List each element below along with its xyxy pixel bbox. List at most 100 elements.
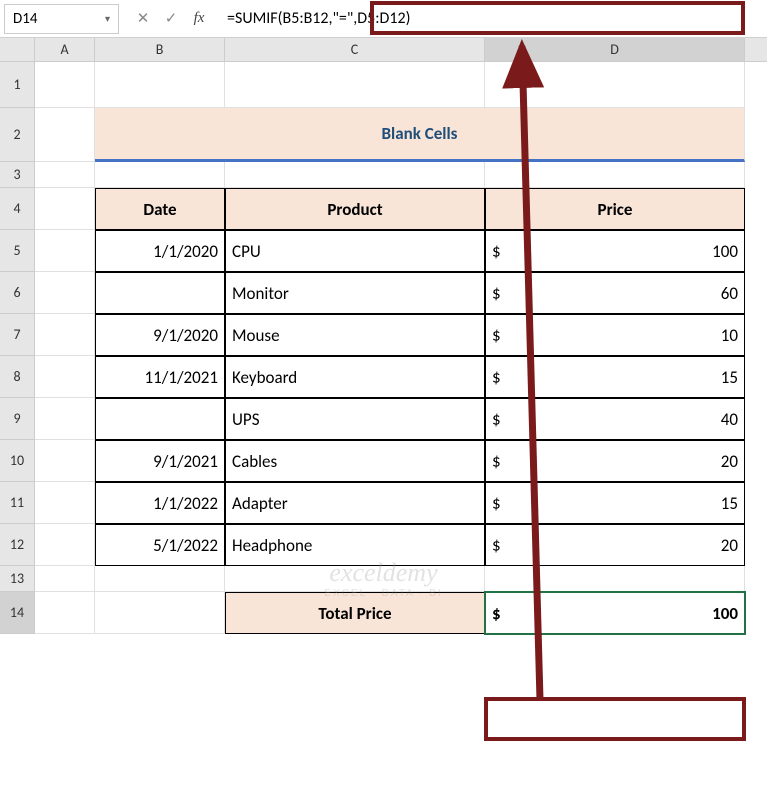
row-header[interactable]: 10 — [0, 440, 35, 482]
date-cell[interactable]: 1/1/2022 — [95, 482, 225, 524]
col-header-a[interactable]: A — [35, 38, 95, 61]
cell[interactable] — [35, 162, 95, 188]
col-header-c[interactable]: C — [225, 38, 485, 61]
table-row: 51/1/2020CPU$100 — [0, 230, 767, 272]
date-cell[interactable]: 9/1/2020 — [95, 314, 225, 356]
price-value: 10 — [721, 325, 738, 346]
price-value: 40 — [721, 409, 738, 430]
total-label[interactable]: Total Price — [225, 592, 485, 634]
chevron-down-icon[interactable]: ▾ — [105, 12, 110, 25]
row-2: 2 Blank Cells — [0, 108, 767, 162]
price-value: 100 — [712, 241, 738, 262]
price-cell[interactable]: $20 — [485, 524, 745, 566]
row-header[interactable]: 8 — [0, 356, 35, 398]
product-cell[interactable]: CPU — [225, 230, 485, 272]
cell[interactable] — [225, 566, 485, 592]
row-header[interactable]: 2 — [0, 108, 35, 162]
row-header[interactable]: 3 — [0, 162, 35, 188]
price-cell[interactable]: $40 — [485, 398, 745, 440]
total-value: 100 — [712, 603, 738, 624]
cell[interactable] — [35, 566, 95, 592]
product-cell[interactable]: Headphone — [225, 524, 485, 566]
cell[interactable] — [485, 566, 745, 592]
select-all-corner[interactable] — [0, 38, 35, 61]
title-banner[interactable]: Blank Cells — [95, 108, 745, 162]
row-header[interactable]: 11 — [0, 482, 35, 524]
total-value-cell[interactable]: $ 100 — [485, 592, 745, 634]
date-cell[interactable]: 5/1/2022 — [95, 524, 225, 566]
worksheet[interactable]: 1 2 Blank Cells 3 4 Date Product Price 5… — [0, 62, 767, 634]
row-header[interactable]: 6 — [0, 272, 35, 314]
cell[interactable] — [485, 62, 745, 108]
cell[interactable] — [95, 62, 225, 108]
date-cell[interactable]: 1/1/2020 — [95, 230, 225, 272]
cell[interactable] — [35, 314, 95, 356]
cell[interactable] — [35, 398, 95, 440]
date-cell[interactable]: 11/1/2021 — [95, 356, 225, 398]
header-price[interactable]: Price — [485, 188, 745, 230]
row-header[interactable]: 9 — [0, 398, 35, 440]
cell[interactable] — [35, 230, 95, 272]
table-row: 8 11/1/2021Keyboard$15 — [0, 356, 767, 398]
col-header-b[interactable]: B — [95, 38, 225, 61]
currency-symbol: $ — [492, 451, 501, 472]
price-cell[interactable]: $60 — [485, 272, 745, 314]
cell[interactable] — [485, 162, 745, 188]
price-value: 20 — [721, 451, 738, 472]
product-cell[interactable]: Cables — [225, 440, 485, 482]
cell[interactable] — [225, 62, 485, 108]
table-row: 12 5/1/2022Headphone$20 — [0, 524, 767, 566]
row-header[interactable]: 1 — [0, 62, 35, 108]
cell[interactable] — [35, 482, 95, 524]
cell[interactable] — [95, 566, 225, 592]
cell[interactable] — [95, 592, 225, 634]
product-cell[interactable]: UPS — [225, 398, 485, 440]
currency-symbol: $ — [492, 283, 501, 304]
name-box[interactable]: D14 ▾ — [4, 4, 119, 34]
row-header[interactable]: 14 — [0, 592, 35, 634]
column-headers: A B C D — [0, 38, 767, 62]
confirm-icon[interactable]: ✓ — [157, 5, 185, 33]
cell[interactable] — [35, 592, 95, 634]
table-row: 79/1/2020Mouse$10 — [0, 314, 767, 356]
price-cell[interactable]: $15 — [485, 482, 745, 524]
cell[interactable] — [35, 188, 95, 230]
currency-symbol: $ — [492, 241, 501, 262]
cell[interactable] — [35, 62, 95, 108]
cancel-icon[interactable]: ✕ — [129, 5, 157, 33]
price-value: 15 — [721, 367, 738, 388]
currency-symbol: $ — [492, 325, 501, 346]
cell[interactable] — [95, 162, 225, 188]
cell[interactable] — [225, 162, 485, 188]
product-cell[interactable]: Mouse — [225, 314, 485, 356]
header-date[interactable]: Date — [95, 188, 225, 230]
cell[interactable] — [35, 108, 95, 162]
cell[interactable] — [35, 356, 95, 398]
row-header[interactable]: 12 — [0, 524, 35, 566]
row-header[interactable]: 4 — [0, 188, 35, 230]
row-header[interactable]: 7 — [0, 314, 35, 356]
price-cell[interactable]: $20 — [485, 440, 745, 482]
product-cell[interactable]: Adapter — [225, 482, 485, 524]
date-cell[interactable]: 9/1/2021 — [95, 440, 225, 482]
header-product[interactable]: Product — [225, 188, 485, 230]
cell[interactable] — [35, 440, 95, 482]
cell[interactable] — [35, 272, 95, 314]
currency-symbol: $ — [492, 493, 501, 514]
table-row: 9 UPS$40 — [0, 398, 767, 440]
formula-input[interactable]: =SUMIF(B5:B12,"=",D5:D12) — [219, 4, 767, 34]
date-cell[interactable] — [95, 272, 225, 314]
row-header[interactable]: 5 — [0, 230, 35, 272]
product-cell[interactable]: Keyboard — [225, 356, 485, 398]
row-header[interactable]: 13 — [0, 566, 35, 592]
row-1: 1 — [0, 62, 767, 108]
date-cell[interactable] — [95, 398, 225, 440]
cell[interactable] — [35, 524, 95, 566]
fx-icon[interactable]: fx — [185, 5, 213, 33]
price-cell[interactable]: $10 — [485, 314, 745, 356]
col-header-d[interactable]: D — [485, 38, 745, 61]
product-cell[interactable]: Monitor — [225, 272, 485, 314]
price-cell[interactable]: $100 — [485, 230, 745, 272]
price-cell[interactable]: $15 — [485, 356, 745, 398]
table-row: 11 1/1/2022Adapter$15 — [0, 482, 767, 524]
